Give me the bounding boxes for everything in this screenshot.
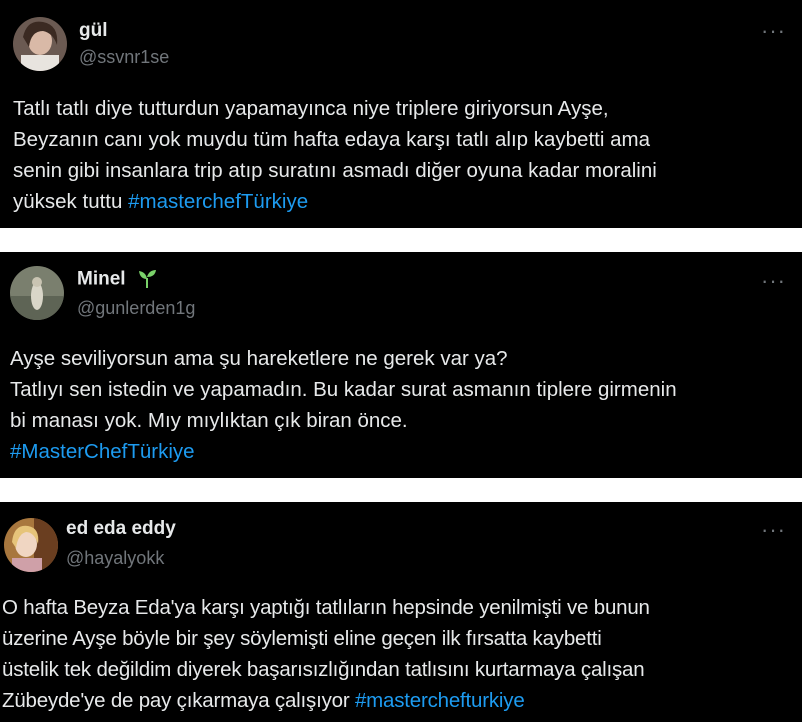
hashtag-link[interactable]: #masterchefTürkiye	[128, 190, 308, 213]
avatar[interactable]	[10, 266, 64, 320]
user-handle[interactable]: @hayalyokk	[66, 548, 164, 569]
tweet-card[interactable]: gül @ssvnr1se ··· Tatlı tatlı diye tuttu…	[0, 0, 802, 228]
hashtag-link[interactable]: #masterchefturkiye	[355, 689, 525, 712]
avatar[interactable]	[4, 518, 58, 572]
tweet-text: Ayşe seviliyorsun ama şu hareketlere ne …	[10, 343, 790, 467]
display-name[interactable]: Minel	[77, 269, 126, 290]
name-row: Minel	[77, 267, 158, 294]
tweet-text: Tatlı tatlı diye tutturdun yapamayınca n…	[13, 93, 793, 217]
more-options-icon[interactable]: ···	[761, 270, 786, 292]
display-name[interactable]: ed eda eddy	[66, 518, 176, 540]
tweet-text-body: Tatlı tatlı diye tutturdun yapamayınca n…	[13, 97, 657, 213]
user-handle[interactable]: @gunlerden1g	[77, 298, 195, 319]
user-handle[interactable]: @ssvnr1se	[79, 47, 169, 68]
more-options-icon[interactable]: ···	[761, 519, 786, 541]
seedling-icon	[136, 267, 158, 294]
tweet-text-body: O hafta Beyza Eda'ya karşı yaptığı tatlı…	[2, 596, 650, 712]
more-options-icon[interactable]: ···	[761, 20, 786, 42]
tweet-card[interactable]: Minel @gunlerden1g ··· Ayşe seviliyorsun…	[0, 252, 802, 478]
tweet-text-body: Ayşe seviliyorsun ama şu hareketlere ne …	[10, 347, 677, 432]
hashtag-link[interactable]: #MasterChefTürkiye	[10, 440, 195, 463]
avatar[interactable]	[13, 17, 67, 71]
tweet-text: O hafta Beyza Eda'ya karşı yaptığı tatlı…	[2, 592, 802, 716]
tweet-card[interactable]: ed eda eddy @hayalyokk ··· O hafta Beyza…	[0, 502, 802, 722]
display-name[interactable]: gül	[79, 20, 108, 42]
